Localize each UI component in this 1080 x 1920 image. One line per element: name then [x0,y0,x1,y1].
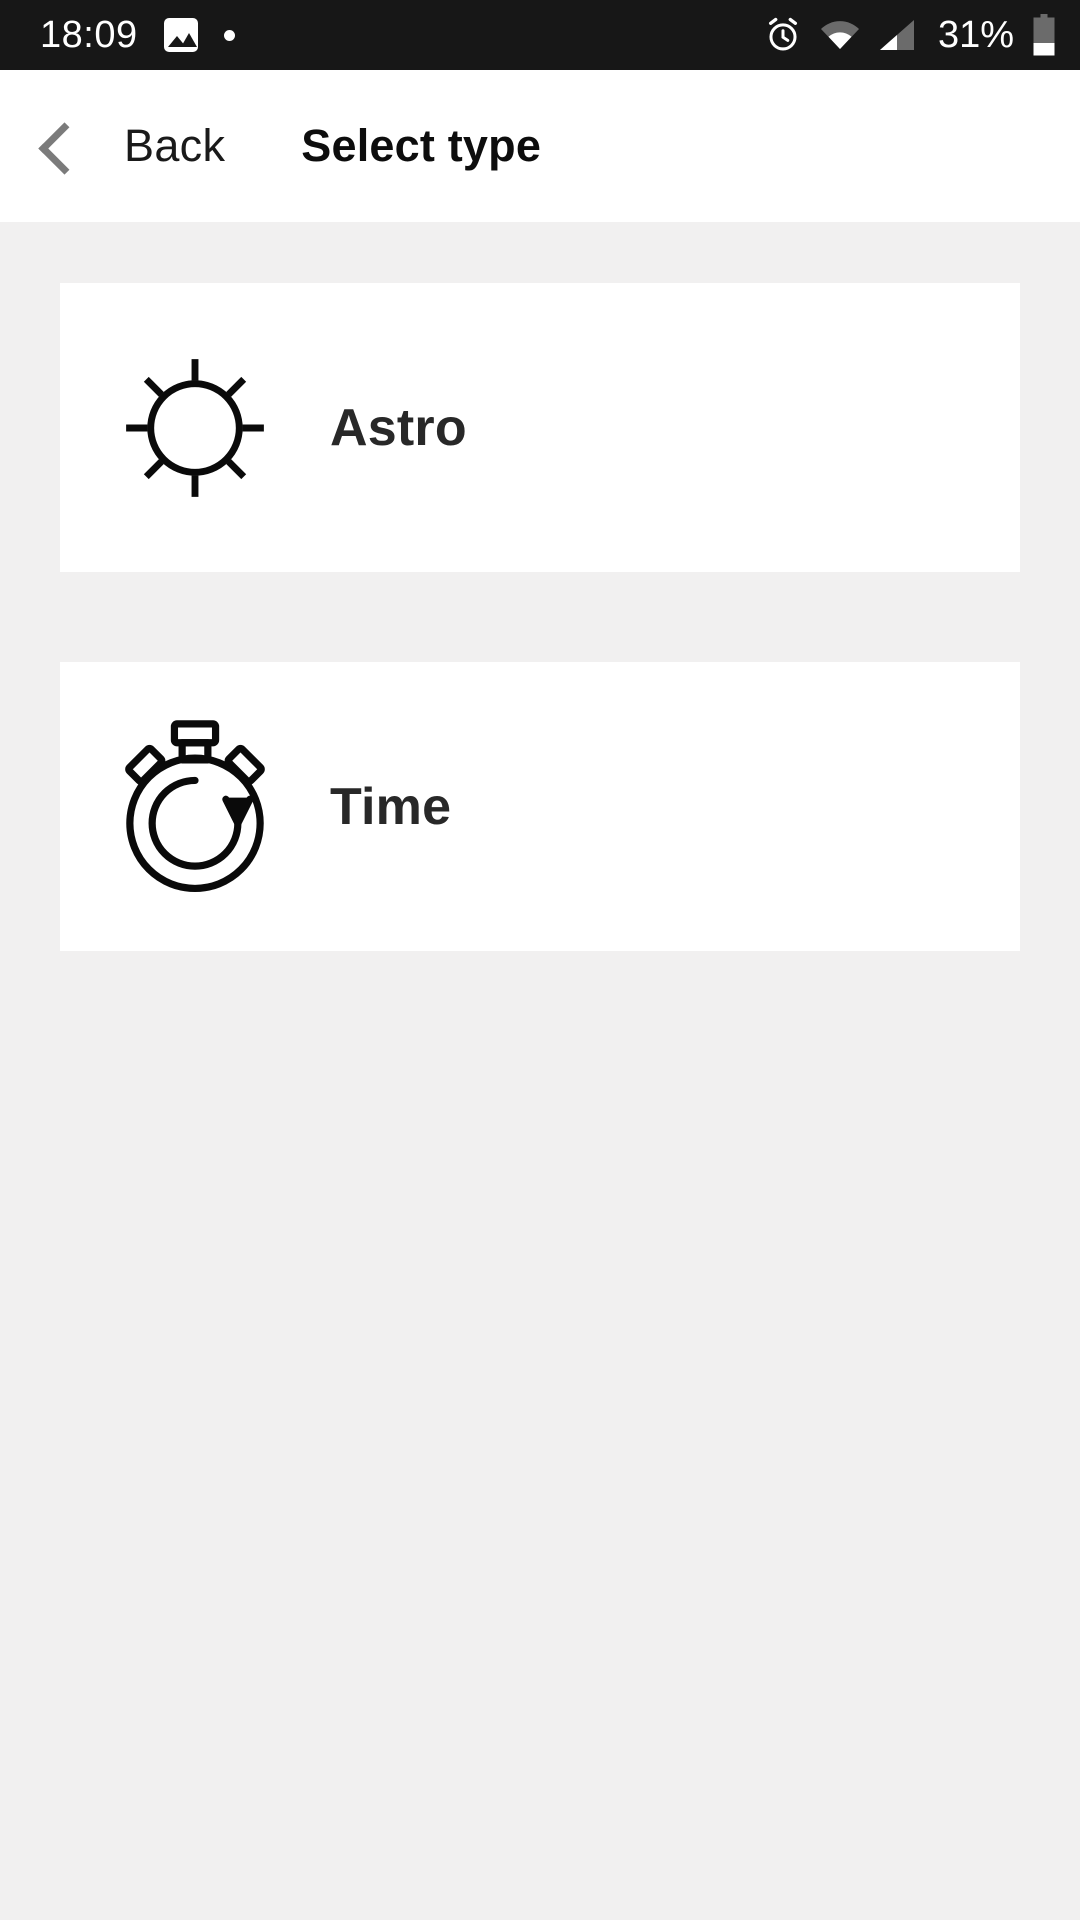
status-bar: 18:09 31% [0,0,1080,70]
photo-icon [163,18,198,52]
sun-icon [60,346,330,510]
status-bar-left: 18:09 [40,16,235,54]
battery-icon [1032,14,1056,56]
wifi-icon [820,19,860,51]
type-card-time[interactable]: Time [60,662,1020,951]
cellular-signal-icon [878,19,916,51]
alarm-icon [764,16,802,54]
type-list: Astro Time [0,222,1080,1920]
back-button[interactable]: Back [0,70,225,222]
type-card-astro[interactable]: Astro [60,283,1020,572]
battery-percent-label: 31% [937,14,1014,56]
type-card-label: Astro [330,398,467,457]
type-card-label: Time [330,777,452,836]
status-bar-clock: 18:09 [40,14,138,56]
stopwatch-icon [60,717,330,897]
page-title: Select type [301,120,542,171]
back-label: Back [124,120,226,171]
chevron-left-icon [34,123,80,169]
status-bar-right: 31% [764,14,1056,56]
app-header: Back Select type [0,70,1080,222]
app-screen: 18:09 31% Back Select type Astro Time [0,0,1080,1920]
dot-icon [223,29,235,41]
